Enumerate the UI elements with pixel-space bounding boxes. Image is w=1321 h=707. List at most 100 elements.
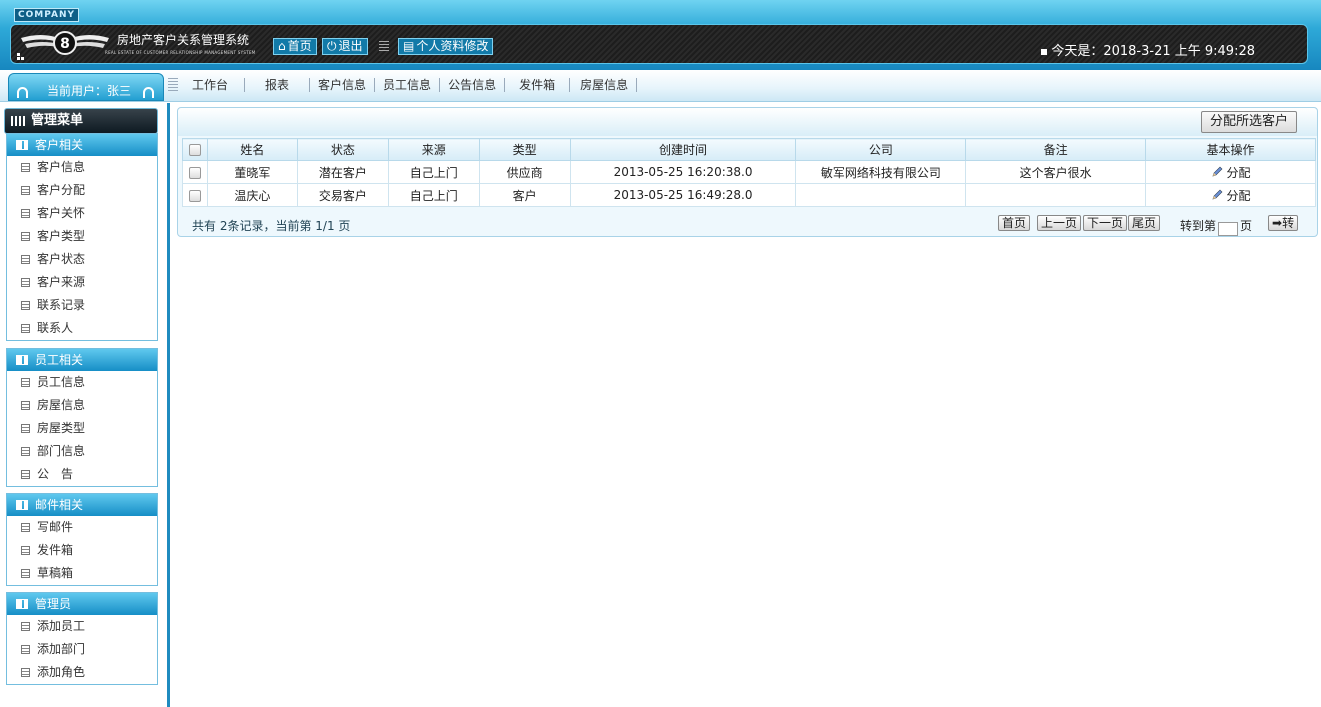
nav-link-houses[interactable]: 房屋信息 [570, 78, 638, 92]
sidebar-item-customer-type[interactable]: 客户类型 [7, 225, 157, 248]
page-icon [21, 569, 30, 578]
svg-text:8: 8 [60, 36, 70, 52]
menu-group-mail: 邮件相关 写邮件 发件箱 草稿箱 [6, 493, 158, 586]
page-icon [21, 255, 30, 264]
sidebar-item-house-type[interactable]: 房屋类型 [7, 417, 157, 440]
header-bar: 8 房地产客户关系管理系统 REAL ESTATE OF CUSTOMER RE… [10, 24, 1308, 64]
sidebar-item-drafts[interactable]: 草稿箱 [7, 562, 157, 585]
dots-icon [17, 53, 24, 60]
page-icon [21, 645, 30, 654]
home-icon: ⌂ [278, 39, 286, 53]
ring-icon [143, 87, 154, 98]
menu-group-title[interactable]: 客户相关 [7, 134, 157, 156]
cell-name: 董晓军 [206, 160, 298, 184]
cell-company: 敏军网络科技有限公司 [795, 160, 967, 184]
home-button[interactable]: ⌂ 首页 [273, 38, 317, 55]
sidebar-item-contact-records[interactable]: 联系记录 [7, 294, 157, 317]
nav-link-outbox[interactable]: 发件箱 [505, 78, 571, 92]
menu-group-admin: 管理员 添加员工 添加部门 添加角色 [6, 592, 158, 685]
cell-note: 这个客户很水 [965, 160, 1147, 184]
menu-group-title[interactable]: 员工相关 [7, 349, 157, 371]
company-badge: COMPANY [14, 8, 79, 22]
cell-type: 供应商 [478, 160, 571, 184]
page-number-input[interactable] [1218, 221, 1239, 236]
page-icon [21, 401, 30, 410]
logout-button[interactable]: ⏻ 退出 [322, 38, 368, 55]
page-icon [21, 622, 30, 631]
book-icon [16, 140, 28, 150]
page-icon [21, 523, 30, 532]
page-icon [21, 470, 30, 479]
row-checkbox[interactable] [188, 166, 201, 179]
menu-lines-icon [379, 41, 389, 52]
column-header: 创建时间 [569, 138, 797, 161]
sidebar-item-contacts[interactable]: 联系人 [7, 317, 157, 340]
sidebar-item-house-info[interactable]: 房屋信息 [7, 394, 157, 417]
go-button[interactable]: ➡转 [1268, 215, 1299, 231]
cell-created: 2013-05-25 16:49:28.0 [569, 183, 797, 207]
menu-group-title[interactable]: 管理员 [7, 593, 157, 615]
goto-page: 转到第页 [1180, 217, 1252, 236]
profile-edit-button[interactable]: ▤ 个人资料修改 [398, 38, 494, 55]
current-user: 当前用户：张三 [47, 84, 132, 98]
cell-created: 2013-05-25 16:20:38.0 [569, 160, 797, 184]
table-header-row: 姓名 状态 来源 类型 创建时间 公司 备注 基本操作 [182, 138, 1316, 161]
column-header: 基本操作 [1145, 138, 1316, 161]
row-checkbox[interactable] [188, 189, 201, 202]
menu-lines-icon [168, 78, 178, 92]
nav-bar: 当前用户：张三 工作台 报表 客户信息 员工信息 公告信息 发件箱 房屋信息 [0, 70, 1321, 102]
sidebar-item-write-mail[interactable]: 写邮件 [7, 516, 157, 539]
assign-link[interactable]: 分配 [1211, 166, 1251, 180]
cell-status: 交易客户 [296, 183, 389, 207]
nav-links: 工作台 报表 客户信息 员工信息 公告信息 发件箱 房屋信息 [182, 78, 638, 92]
sidebar-item-notice[interactable]: 公 告 [7, 463, 157, 486]
sidebar-item-employee-info[interactable]: 员工信息 [7, 371, 157, 394]
select-all-checkbox[interactable] [188, 144, 201, 156]
row-select-cell [182, 160, 208, 184]
pencil-icon [1212, 189, 1222, 199]
cell-source: 自己上门 [387, 160, 480, 184]
nav-link-customers[interactable]: 客户信息 [310, 78, 376, 92]
sidebar-item-add-employee[interactable]: 添加员工 [7, 615, 157, 638]
column-header: 来源 [387, 138, 480, 161]
page-icon [21, 209, 30, 218]
nav-link-employees[interactable]: 员工信息 [375, 78, 441, 92]
nav-link-workbench[interactable]: 工作台 [182, 78, 246, 92]
sidebar-item-add-role[interactable]: 添加角色 [7, 661, 157, 684]
grid-icon [11, 116, 25, 126]
pagination: 共有 2条记录，当前第 1/1 页 首页 上一页 下一页 尾页 转到第页 ➡转 [178, 214, 1317, 236]
cell-actions: 分配 [1145, 183, 1316, 207]
nav-link-reports[interactable]: 报表 [245, 78, 311, 92]
cell-company [795, 183, 967, 207]
customer-panel: 分配所选客户 姓名 状态 来源 类型 创建时间 公司 备注 基本操作 董晓军 潜… [177, 107, 1318, 237]
cell-note [965, 183, 1147, 207]
last-page-button[interactable]: 尾页 [1128, 215, 1161, 231]
pencil-icon [1212, 166, 1222, 176]
document-icon: ▤ [403, 39, 415, 53]
sidebar-item-customer-info[interactable]: 客户信息 [7, 156, 157, 179]
select-all-cell [182, 138, 208, 161]
assign-selected-button[interactable]: 分配所选客户 [1200, 111, 1297, 133]
next-page-button[interactable]: 下一页 [1083, 215, 1128, 231]
bentley-logo-icon: 8 [21, 31, 109, 55]
column-header: 类型 [478, 138, 571, 161]
prev-page-button[interactable]: 上一页 [1037, 215, 1082, 231]
page-icon [21, 186, 30, 195]
nav-link-notices[interactable]: 公告信息 [440, 78, 506, 92]
system-title: 房地产客户关系管理系统 [117, 33, 250, 47]
page-icon [21, 546, 30, 555]
power-icon: ⏻ [327, 39, 337, 53]
sidebar-item-department-info[interactable]: 部门信息 [7, 440, 157, 463]
record-info: 共有 2条记录，当前第 1/1 页 [192, 219, 351, 233]
sidebar-item-outbox[interactable]: 发件箱 [7, 539, 157, 562]
sidebar-item-customer-care[interactable]: 客户关怀 [7, 202, 157, 225]
assign-link[interactable]: 分配 [1211, 189, 1251, 203]
page-icon [21, 378, 30, 387]
sidebar-item-customer-status[interactable]: 客户状态 [7, 248, 157, 271]
first-page-button[interactable]: 首页 [998, 215, 1031, 231]
sidebar-item-add-department[interactable]: 添加部门 [7, 638, 157, 661]
top-header: COMPANY 8 房地产客户关系管理系统 REAL ESTATE OF CUS… [0, 0, 1321, 70]
sidebar-item-customer-source[interactable]: 客户来源 [7, 271, 157, 294]
sidebar-item-customer-assign[interactable]: 客户分配 [7, 179, 157, 202]
menu-group-title[interactable]: 邮件相关 [7, 494, 157, 516]
